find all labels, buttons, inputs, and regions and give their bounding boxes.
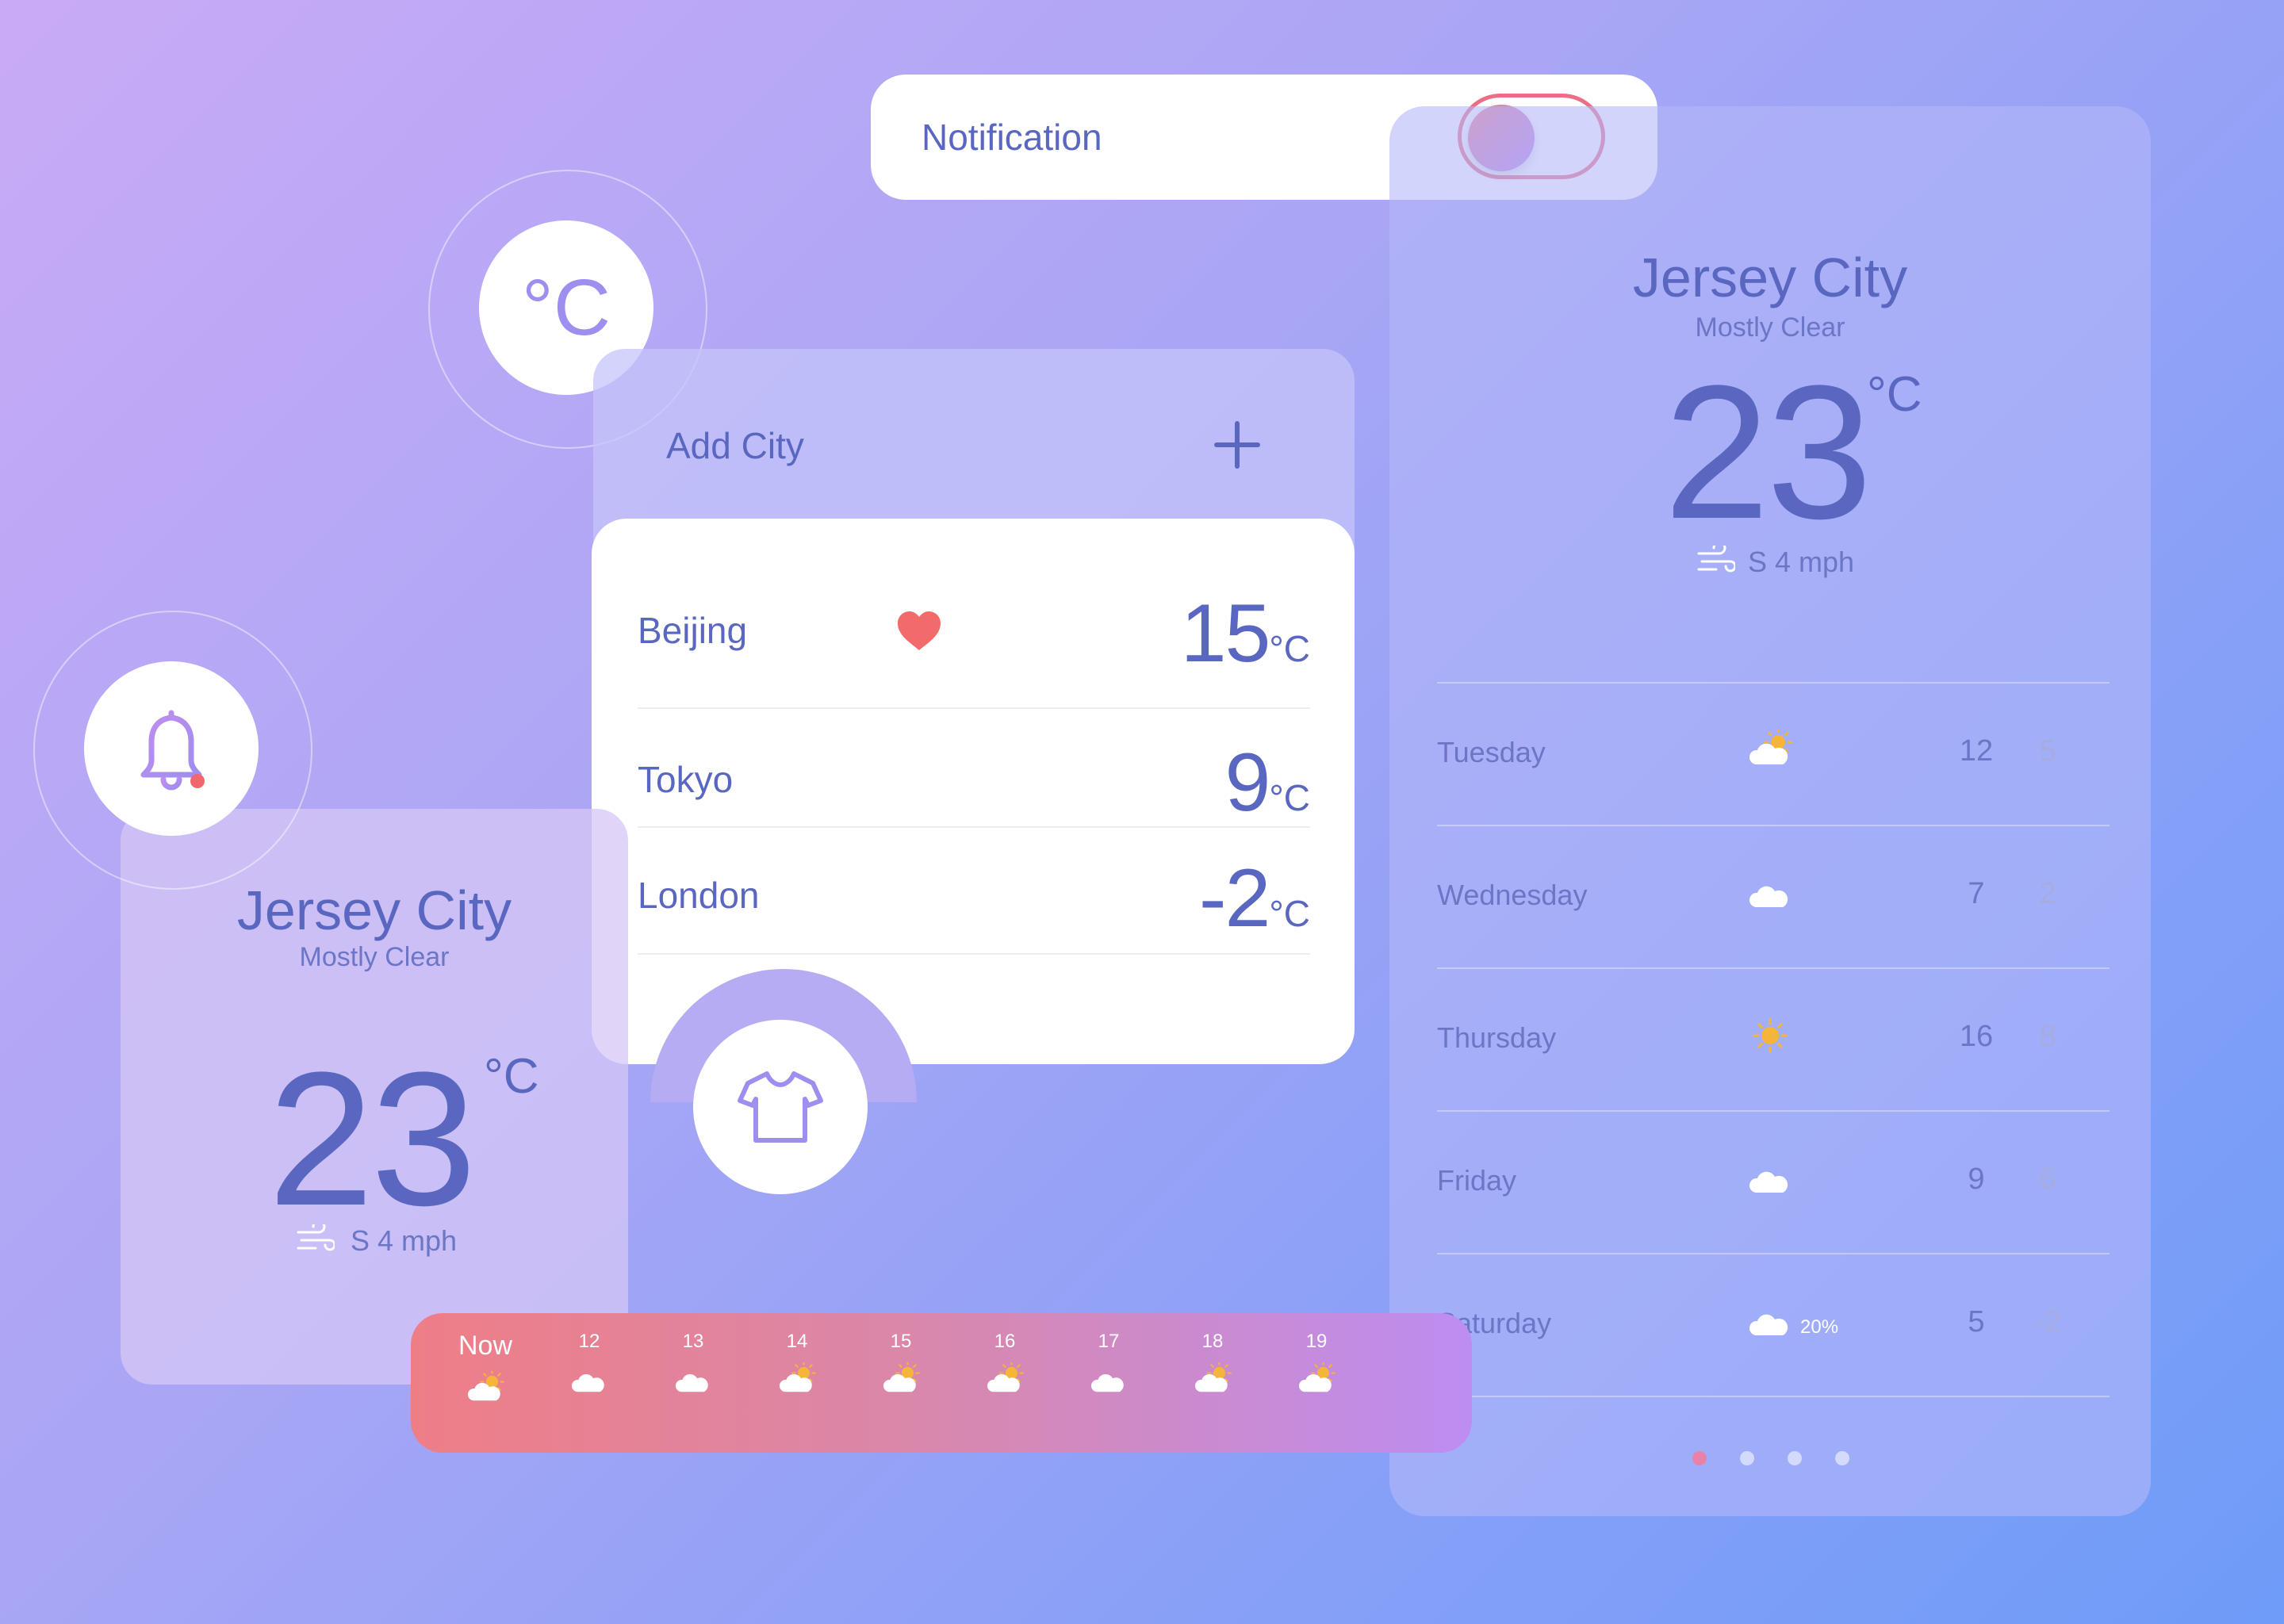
high-temp: 9 <box>1968 1162 1985 1196</box>
hour-label: 19 <box>1305 1331 1328 1352</box>
precip-chance: 20% <box>1800 1316 1839 1338</box>
city-name: Tokyo <box>638 759 734 800</box>
forecast-row[interactable]: Saturday 20% 5 -2 <box>1437 1253 2110 1396</box>
high-temp: 5 <box>1968 1305 1985 1339</box>
hour-label: 18 <box>1201 1331 1224 1352</box>
page-dot[interactable] <box>1788 1451 1802 1465</box>
divider <box>1437 682 2110 684</box>
page-dot[interactable] <box>1692 1451 1707 1465</box>
city-row-beijing[interactable]: Beijing 15°C <box>638 587 1310 680</box>
forecast-row[interactable]: Friday 9 6 <box>1437 1110 2110 1253</box>
wind-icon <box>1697 546 1735 573</box>
hour-label: 14 <box>786 1331 808 1352</box>
add-city-label: Add City <box>666 425 804 466</box>
cloud-icon <box>1085 1362 1132 1397</box>
condition-text: Mostly Clear <box>299 942 450 972</box>
partly-cloudy-icon <box>773 1361 821 1397</box>
temperature-value: 23 <box>1664 346 1872 558</box>
city-title: Jersey City <box>236 879 512 941</box>
cloud-icon <box>1746 872 1794 914</box>
day-name: Tuesday <box>1437 736 1546 768</box>
notification-label: Notification <box>922 117 1102 158</box>
low-temp: 8 <box>2039 1020 2056 1053</box>
divider <box>1437 1396 2110 1397</box>
city-temp: -2°C <box>1198 852 1310 944</box>
wind-text: S 4 mph <box>1748 546 1855 578</box>
page-dot[interactable] <box>1835 1451 1849 1465</box>
shirt-icon <box>738 1071 823 1143</box>
hourly-item[interactable]: 13 <box>661 1331 725 1397</box>
hourly-item[interactable]: 15 <box>869 1331 933 1397</box>
left-weather-card: Jersey City Mostly Clear 23 °C S 4 mph <box>121 809 628 1385</box>
hourly-item[interactable]: 12 <box>558 1331 621 1397</box>
partly-cloudy-icon <box>1293 1361 1340 1397</box>
hour-label: 12 <box>578 1331 600 1352</box>
low-temp: 5 <box>2039 734 2056 768</box>
divider <box>638 826 1310 828</box>
clothing-button[interactable] <box>693 1020 868 1194</box>
bell-icon <box>140 710 205 791</box>
temperature-value: 23 <box>268 1032 477 1245</box>
hour-label: 17 <box>1098 1331 1120 1352</box>
city-temp: 9°C <box>1224 737 1310 829</box>
day-name: Wednesday <box>1437 879 1588 911</box>
day-name: Friday <box>1437 1164 1517 1197</box>
temperature-unit: °C <box>484 1049 539 1104</box>
notification-button[interactable] <box>84 661 259 836</box>
heart-icon[interactable] <box>896 611 942 652</box>
wind-icon <box>297 1224 335 1251</box>
low-temp: -2 <box>2034 1305 2061 1339</box>
partly-cloudy-icon <box>1189 1361 1236 1397</box>
partly-cloudy-icon <box>981 1361 1029 1397</box>
divider <box>638 953 1310 955</box>
high-temp: 7 <box>1968 877 1985 910</box>
high-temp: 12 <box>1959 734 1994 768</box>
partly-cloudy-icon <box>877 1361 925 1397</box>
hourly-item[interactable]: 14 <box>765 1331 829 1397</box>
hourly-item[interactable]: 16 <box>973 1331 1037 1397</box>
divider <box>1437 825 2110 826</box>
city-list: Beijing 15°C Tokyo 9°C London -2°C <box>592 519 1355 1064</box>
forecast-row[interactable]: Thursday 16 8 <box>1437 967 2110 1110</box>
sun-icon <box>1746 1015 1794 1056</box>
hour-label: Now <box>458 1331 513 1361</box>
plus-icon[interactable] <box>1213 412 1261 477</box>
divider <box>638 707 1310 709</box>
forecast-row[interactable]: Tuesday 12 5 <box>1437 682 2110 825</box>
high-temp: 16 <box>1959 1020 1994 1053</box>
divider <box>1437 1110 2110 1112</box>
day-name: Thursday <box>1437 1021 1557 1054</box>
divider <box>1437 1253 2110 1254</box>
hourly-item[interactable]: Now <box>454 1331 517 1406</box>
partly-cloudy-icon <box>462 1369 509 1406</box>
temperature-unit: °C <box>1867 367 1922 422</box>
partly-cloudy-icon <box>1746 727 1794 771</box>
city-row-london[interactable]: London -2°C <box>638 844 1310 944</box>
hour-label: 15 <box>890 1331 912 1352</box>
low-temp: 2 <box>2039 877 2056 910</box>
hourly-item[interactable]: 19 <box>1285 1331 1348 1397</box>
cloud-icon <box>1746 1158 1794 1199</box>
city-name: London <box>638 875 760 916</box>
hour-label: 16 <box>994 1331 1016 1352</box>
low-temp: 6 <box>2039 1162 2056 1196</box>
cloud-icon <box>565 1362 613 1397</box>
page-dot[interactable] <box>1740 1451 1754 1465</box>
divider <box>1437 967 2110 969</box>
wind-text: S 4 mph <box>351 1224 458 1257</box>
city-name: Beijing <box>638 610 748 651</box>
hourly-item[interactable]: 18 <box>1181 1331 1244 1397</box>
hourly-forecast-bar: Now 12 13 14 15 16 17 18 19 <box>411 1313 1472 1453</box>
condition-text: Mostly Clear <box>1695 312 1845 343</box>
cloud-icon <box>1746 1300 1794 1342</box>
city-title: Jersey City <box>1632 247 1908 308</box>
city-temp: 15°C <box>1180 588 1310 680</box>
celsius-icon: °C <box>521 262 611 352</box>
right-weather-card: Jersey City Mostly Clear 23 °C S 4 mph T… <box>1389 106 2151 1516</box>
cloud-icon <box>669 1362 717 1397</box>
hour-label: 13 <box>682 1331 704 1352</box>
forecast-row[interactable]: Wednesday 7 2 <box>1437 825 2110 967</box>
hourly-item[interactable]: 17 <box>1077 1331 1140 1397</box>
city-row-tokyo[interactable]: Tokyo 9°C <box>638 726 1310 829</box>
